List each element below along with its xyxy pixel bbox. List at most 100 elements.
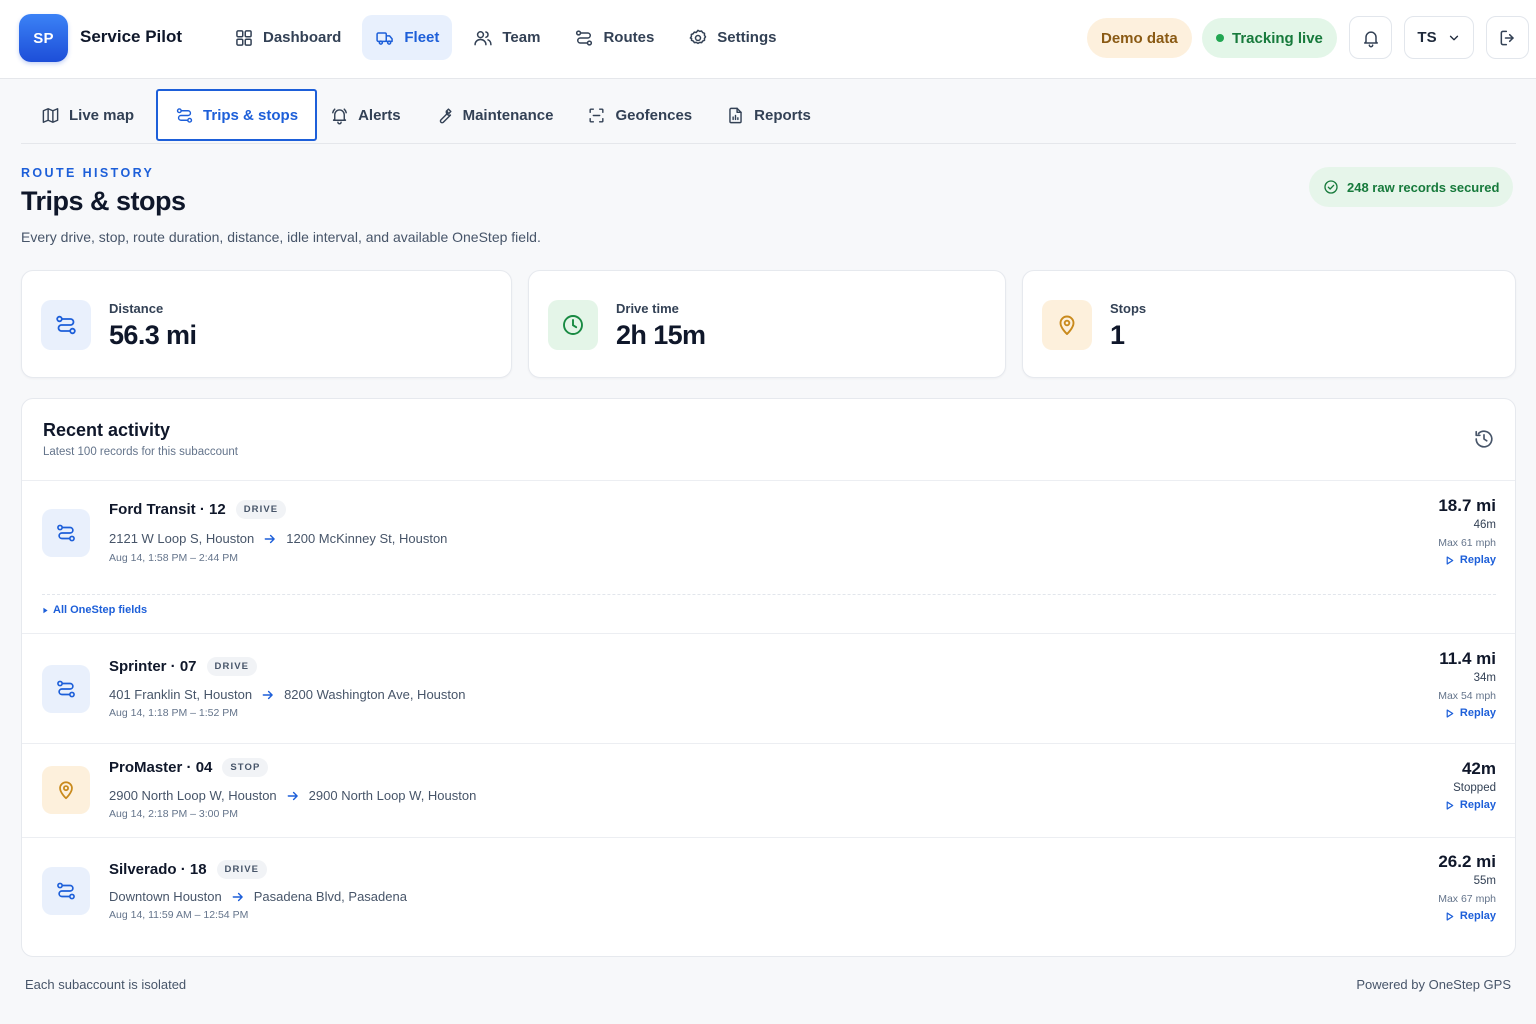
records-secured-label: 248 raw records secured — [1347, 179, 1500, 195]
replay-label: Replay — [1459, 707, 1496, 719]
live-status-dot — [1216, 34, 1224, 42]
tracking-live-badge[interactable]: Tracking live — [1202, 18, 1337, 58]
replay-button[interactable]: Replay — [1438, 707, 1496, 719]
duration-value: 55m — [1473, 875, 1496, 887]
route-line: 2900 North Loop W, Houston 2900 North Lo… — [109, 788, 476, 803]
tab-trips-stops[interactable]: Trips & stops — [156, 89, 318, 141]
route-icon — [574, 28, 594, 48]
distance-value: 11.4 mi — [1439, 649, 1496, 668]
route-icon — [41, 300, 91, 350]
arrow-right-icon — [263, 532, 277, 546]
route-to: 2900 North Loop W, Houston — [308, 788, 477, 803]
arrow-right-icon — [261, 688, 275, 702]
grid-icon — [234, 28, 254, 48]
duration-value: 34m — [1473, 672, 1496, 684]
page-eyebrow: ROUTE HISTORY — [21, 166, 155, 180]
tab-label: Trips & stops — [203, 106, 299, 124]
tab-geofences[interactable]: Geofences — [575, 89, 713, 141]
activity-row[interactable]: Ford Transit · 12 DRIVE 2121 W Loop S, H… — [22, 480, 1515, 633]
row-metrics: 26.2 mi 55m Max 67 mph Replay — [1438, 852, 1496, 922]
replay-button[interactable]: Replay — [1438, 910, 1496, 922]
row-title: Silverado · 18 DRIVE — [109, 860, 268, 879]
stat-value: 1 — [1110, 320, 1125, 350]
row-metrics: 42m Stopped Replay — [1444, 759, 1496, 811]
time-range: Aug 14, 1:18 PM – 1:52 PM — [109, 707, 238, 719]
max-speed: Max 61 mph — [1438, 537, 1496, 549]
distance-value: 18.7 mi — [1438, 496, 1496, 515]
gear-icon — [688, 28, 708, 48]
chevron-down-icon — [1447, 31, 1461, 45]
wrench-icon — [435, 106, 454, 125]
tab-label: Reports — [754, 106, 811, 124]
replay-button[interactable]: Replay — [1438, 554, 1496, 566]
tab-label: Live map — [69, 106, 135, 124]
stop-duration-value: 42m — [1461, 759, 1496, 778]
route-from: 2900 North Loop W, Houston — [109, 788, 277, 803]
tracking-live-label: Tracking live — [1232, 29, 1323, 47]
activity-row[interactable]: Silverado · 18 DRIVE Downtown Houston Pa… — [22, 837, 1515, 956]
panel-title: Recent activity — [43, 420, 171, 440]
nav-item-fleet[interactable]: Fleet — [362, 15, 453, 60]
tab-reports[interactable]: Reports — [714, 89, 832, 141]
truck-icon — [375, 28, 395, 48]
stat-value: 56.3 mi — [109, 320, 197, 350]
tab-maintenance[interactable]: Maintenance — [423, 89, 575, 141]
map-icon — [41, 106, 60, 125]
tab-label: Geofences — [615, 106, 693, 124]
sub-nav: Live map Trips & stops Alerts Maintenanc… — [21, 89, 1516, 144]
stat-value: 2h 15m — [616, 320, 706, 350]
geofence-icon — [587, 106, 606, 125]
user-menu-button[interactable]: TS — [1404, 16, 1474, 59]
play-icon — [1444, 708, 1455, 719]
activity-type-tag: DRIVE — [206, 657, 258, 676]
route-from: 401 Franklin St, Houston — [109, 687, 253, 702]
stat-card-distance: Distance 56.3 mi — [21, 270, 512, 378]
logout-button[interactable] — [1486, 16, 1529, 59]
vehicle-name: Silverado · 18 — [109, 861, 207, 878]
route-line: Downtown Houston Pasadena Blvd, Pasadena — [109, 889, 407, 904]
user-initials: TS — [1417, 29, 1437, 46]
activity-row[interactable]: ProMaster · 04 STOP 2900 North Loop W, H… — [22, 743, 1515, 837]
route-to: Pasadena Blvd, Pasadena — [253, 889, 407, 904]
arrow-right-icon — [231, 890, 245, 904]
vehicle-name: Ford Transit · 12 — [109, 501, 226, 518]
footer-powered-by: Powered by OneStep GPS — [1356, 977, 1511, 992]
route-icon — [42, 509, 90, 557]
replay-label: Replay — [1459, 799, 1496, 811]
nav-item-settings[interactable]: Settings — [675, 15, 789, 60]
pin-icon — [42, 766, 90, 814]
notifications-button[interactable] — [1349, 16, 1392, 59]
page-subtitle: Every drive, stop, route duration, dista… — [21, 229, 541, 245]
nav-item-dashboard[interactable]: Dashboard — [221, 15, 354, 60]
vehicle-name: Sprinter · 07 — [109, 658, 197, 675]
vehicle-name: ProMaster · 04 — [109, 759, 213, 776]
footer-isolation-note: Each subaccount is isolated — [25, 977, 187, 992]
row-title: ProMaster · 04 STOP — [109, 758, 269, 777]
tab-alerts[interactable]: Alerts — [318, 89, 422, 141]
stat-label: Distance — [109, 301, 164, 316]
logo-badge[interactable]: SP — [19, 14, 68, 62]
demo-data-badge[interactable]: Demo data — [1087, 18, 1192, 58]
bell-icon — [330, 106, 349, 125]
caret-right-icon — [42, 607, 49, 614]
recent-activity-panel: Recent activity Latest 100 records for t… — [21, 398, 1516, 957]
tab-label: Maintenance — [462, 106, 554, 124]
nav-item-routes[interactable]: Routes — [561, 15, 667, 60]
nav-item-team[interactable]: Team — [460, 15, 553, 60]
activity-row[interactable]: Sprinter · 07 DRIVE 401 Franklin St, Hou… — [22, 633, 1515, 743]
all-fields-toggle[interactable]: All OneStep fields — [42, 604, 147, 616]
page-title: Trips & stops — [21, 186, 186, 216]
nav-item-label: Dashboard — [263, 29, 342, 46]
arrow-right-icon — [286, 789, 300, 803]
tab-live-map[interactable]: Live map — [29, 89, 155, 141]
time-range: Aug 14, 11:59 AM – 12:54 PM — [109, 909, 249, 921]
top-bar: SP Service Pilot Dashboard Fleet Team Ro… — [0, 0, 1536, 79]
history-icon[interactable] — [1473, 428, 1495, 450]
row-divider — [42, 594, 1496, 595]
main-nav: Dashboard Fleet Team Routes Settings — [221, 15, 789, 60]
stat-card-drive-time: Drive time 2h 15m — [528, 270, 1006, 378]
route-line: 401 Franklin St, Houston 8200 Washington… — [109, 687, 465, 702]
check-circle-icon — [1323, 179, 1339, 195]
play-icon — [1444, 800, 1455, 811]
replay-button[interactable]: Replay — [1444, 799, 1496, 811]
